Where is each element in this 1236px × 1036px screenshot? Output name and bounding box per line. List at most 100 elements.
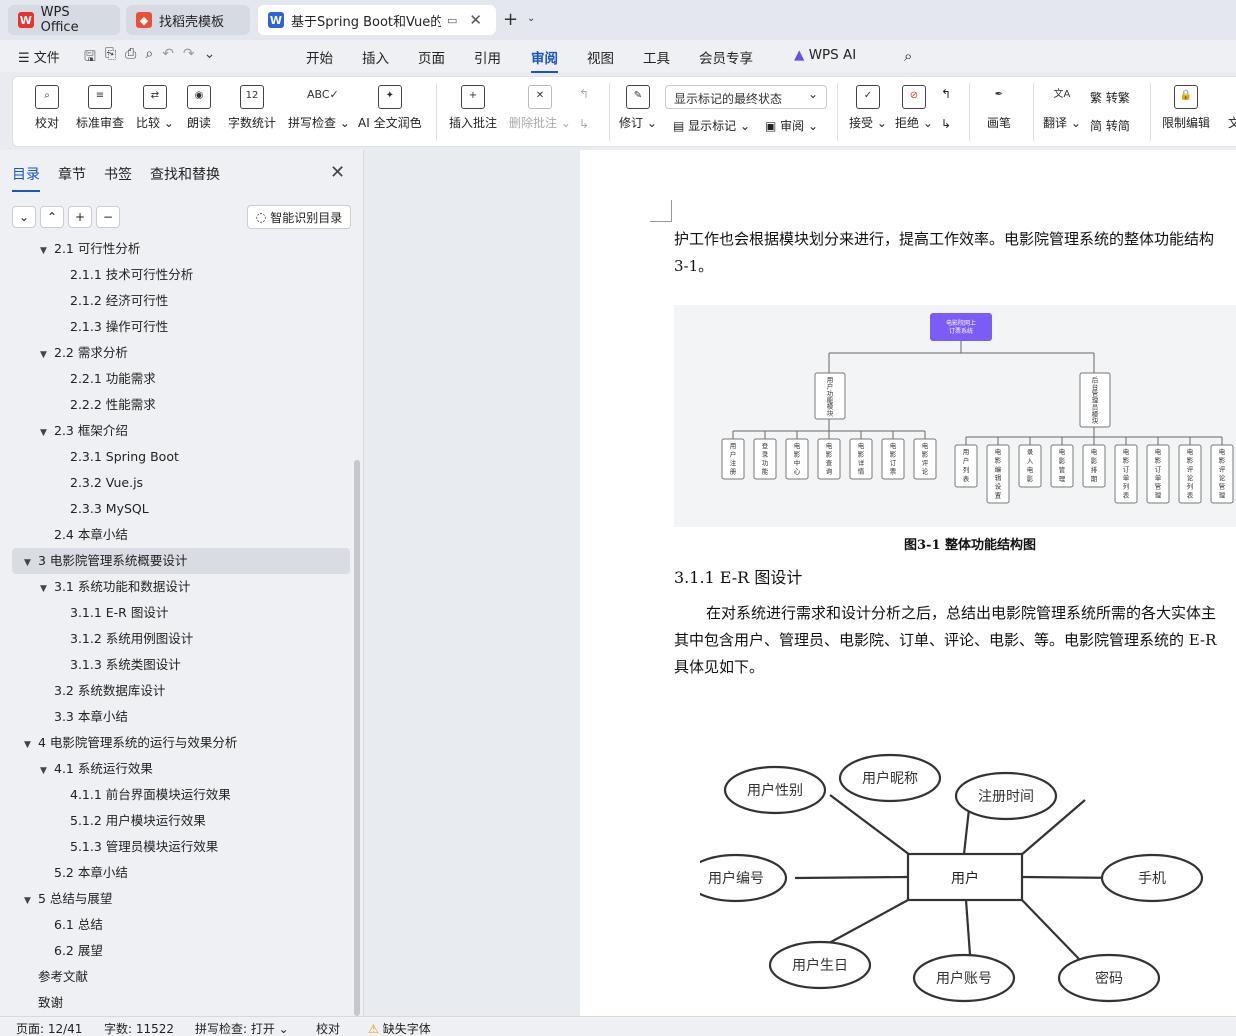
add-heading-plus-icon[interactable]: + bbox=[68, 206, 92, 228]
missing-font-indicator[interactable]: ⚠ 缺失字体 bbox=[368, 1020, 431, 1036]
word-count-button[interactable]: 12 字数统计 bbox=[228, 85, 276, 131]
toc-item[interactable]: 3.1.1 E-R 图设计 bbox=[70, 600, 168, 626]
nav-scrollbar[interactable] bbox=[354, 460, 360, 1016]
menu-start[interactable]: 开始 bbox=[306, 47, 333, 67]
menu-wps-ai[interactable]: ▲ WPS AI bbox=[794, 47, 856, 63]
toc-item[interactable]: ▼ 3 电影院管理系统概要设计 bbox=[12, 548, 350, 574]
menu-tools[interactable]: 工具 bbox=[643, 47, 670, 67]
to-traditional-button[interactable]: 繁 转繁 bbox=[1090, 89, 1130, 106]
toc-item[interactable]: 6.1 总结 bbox=[54, 912, 103, 938]
export-icon[interactable]: ⎘ bbox=[105, 46, 116, 70]
save-icon[interactable]: 🖫 bbox=[84, 46, 96, 70]
toc-item[interactable]: 2.2.2 性能需求 bbox=[70, 392, 156, 418]
compare-button[interactable]: ⇄ 比较 ⌄ bbox=[136, 85, 174, 131]
review-pane-button[interactable]: ▣ 审阅 ⌄ bbox=[765, 117, 818, 134]
menu-review[interactable]: 审阅 bbox=[531, 47, 558, 73]
previous-change-icon[interactable]: ↰ bbox=[941, 87, 951, 101]
toc-item[interactable]: ▼ 2.2 需求分析 bbox=[40, 340, 128, 366]
toc-item[interactable]: 3.2 系统数据库设计 bbox=[54, 678, 165, 704]
toc-item[interactable]: 2.3.3 MySQL bbox=[70, 496, 149, 522]
toc-item[interactable]: 3.1.2 系统用例图设计 bbox=[70, 626, 193, 652]
previous-comment-icon[interactable]: ↰ bbox=[579, 87, 589, 101]
tab-toc[interactable]: 目录 bbox=[12, 164, 40, 192]
spell-check-button[interactable]: ABC✓ 拼写检查 ⌄ bbox=[288, 85, 350, 131]
caret-down-icon[interactable]: ▼ bbox=[40, 758, 54, 784]
chevron-down-icon[interactable]: ⌄ bbox=[527, 13, 535, 24]
caret-down-icon[interactable]: ▼ bbox=[40, 240, 54, 264]
print-icon[interactable]: ⎙ bbox=[125, 46, 136, 70]
toc-item[interactable]: 2.3.2 Vue.js bbox=[70, 470, 143, 496]
document-more-button[interactable]: 文 bbox=[1222, 85, 1236, 131]
toc-item[interactable]: 5.1.2 用户模块运行效果 bbox=[70, 808, 206, 834]
toc-item[interactable]: ▼ 2.3 框架介绍 bbox=[40, 418, 128, 444]
tab-document[interactable]: W 基于Spring Boot和Vue的前后 ▭ ✕ bbox=[258, 5, 496, 35]
document-page[interactable]: 护工作也会根据模块划分来进行，提高工作效率。电影院管理系统的整体功能结构 3-1… bbox=[580, 150, 1236, 1016]
expand-chevron-down-icon[interactable]: ⌄ bbox=[12, 206, 36, 228]
toc-item[interactable]: ▼ 3.1 系统功能和数据设计 bbox=[40, 574, 190, 600]
menu-references[interactable]: 引用 bbox=[474, 47, 501, 67]
new-tab-plus-icon[interactable]: + bbox=[503, 9, 518, 30]
search-icon[interactable]: ⌕ bbox=[904, 47, 912, 65]
caret-down-icon[interactable]: ▼ bbox=[24, 888, 38, 914]
toc-item[interactable]: ▼ 2.1 可行性分析 bbox=[40, 240, 140, 262]
caret-down-icon[interactable]: ▼ bbox=[24, 550, 38, 576]
undo-icon[interactable]: ↶ bbox=[162, 46, 174, 70]
print-preview-icon[interactable]: ⌕ bbox=[145, 46, 153, 70]
er-diagram[interactable]: 用户 用户性别 用户昵称注册时间用户编号 手机用户生日用户账号 密码 bbox=[700, 750, 1236, 1010]
tab-bookmarks[interactable]: 书签 bbox=[104, 164, 132, 192]
toc-item[interactable]: ▼ 4 电影院管理系统的运行与效果分析 bbox=[24, 730, 237, 756]
standard-review-button[interactable]: ≡ 标准审查 bbox=[76, 85, 124, 131]
next-change-icon[interactable]: ↳ bbox=[941, 117, 951, 131]
revise-button[interactable]: ✎ 修订 ⌄ bbox=[619, 85, 657, 131]
toc-item[interactable]: 6.2 展望 bbox=[54, 938, 103, 964]
word-count-indicator[interactable]: 字数: 11522 bbox=[104, 1020, 174, 1036]
tab-wps-office[interactable]: W WPS Office bbox=[8, 5, 120, 35]
tab-find-replace[interactable]: 查找和替换 bbox=[150, 164, 220, 192]
next-comment-icon[interactable]: ↳ bbox=[579, 117, 589, 131]
tab-docer-templates[interactable]: ◆ 找稻壳模板 bbox=[126, 5, 250, 35]
caret-down-icon[interactable]: ▼ bbox=[40, 342, 54, 368]
toc-item[interactable]: ▼ 5 总结与展望 bbox=[24, 886, 112, 912]
remove-heading-minus-icon[interactable]: − bbox=[96, 206, 120, 228]
toc-item[interactable]: 2.1.1 技术可行性分析 bbox=[70, 262, 193, 288]
proofread-button[interactable]: ⌕ 校对 bbox=[35, 85, 59, 131]
tab-chapters[interactable]: 章节 bbox=[58, 164, 86, 192]
toc-item[interactable]: 2.2.1 功能需求 bbox=[70, 366, 156, 392]
restrict-edit-button[interactable]: 🔒 限制编辑 bbox=[1162, 85, 1210, 131]
collapse-chevron-up-icon[interactable]: ⌃ bbox=[40, 206, 64, 228]
toc-item[interactable]: 5.1.3 管理员模块运行效果 bbox=[70, 834, 218, 860]
toc-item[interactable]: 参考文献 bbox=[38, 964, 88, 990]
delete-comment-button[interactable]: ✕ 删除批注 ⌄ bbox=[509, 85, 571, 131]
menu-member[interactable]: 会员专享 bbox=[699, 47, 753, 67]
pen-button[interactable]: ✒ 画笔 bbox=[987, 85, 1011, 131]
toc-item[interactable]: ▼ 4.1 系统运行效果 bbox=[40, 756, 153, 782]
toc-item[interactable]: 3.3 本章小结 bbox=[54, 704, 128, 730]
toc-item[interactable]: 2.4 本章小结 bbox=[54, 522, 128, 548]
insert-comment-button[interactable]: + 插入批注 bbox=[449, 85, 497, 131]
toc-item[interactable]: 2.3.1 Spring Boot bbox=[70, 444, 179, 470]
function-structure-figure[interactable]: 电影院网上订票系统 用户功能模块 后台管理员模块 用户注册 登录功能 电影中心 电影查询电… bbox=[674, 305, 1236, 527]
toc-item[interactable]: 5.2 本章小结 bbox=[54, 860, 128, 886]
translate-button[interactable]: 文A 翻译 ⌄ bbox=[1043, 85, 1081, 131]
toc-item[interactable]: 2.1.2 经济可行性 bbox=[70, 288, 168, 314]
caret-down-icon[interactable]: ▼ bbox=[40, 420, 54, 446]
ai-polish-button[interactable]: ✦ AI 全文润色 bbox=[358, 85, 422, 131]
spell-check-indicator[interactable]: 拼写检查: 打开 ⌄ bbox=[195, 1020, 289, 1036]
toc-item[interactable]: 2.1.3 操作可行性 bbox=[70, 314, 168, 340]
read-aloud-button[interactable]: ◉ 朗读 bbox=[187, 85, 211, 131]
to-simplified-button[interactable]: 简 转简 bbox=[1090, 117, 1130, 134]
smart-toc-button[interactable]: ◌ 智能识别目录 bbox=[247, 205, 351, 229]
redo-icon[interactable]: ↷ bbox=[183, 46, 195, 70]
page-indicator[interactable]: 页面: 12/41 bbox=[16, 1020, 82, 1036]
reject-button[interactable]: ⊘ 拒绝 ⌄ bbox=[895, 85, 933, 131]
caret-down-icon[interactable]: ▼ bbox=[24, 732, 38, 758]
toc-item[interactable]: 4.1.1 前台界面模块运行效果 bbox=[70, 782, 231, 808]
caret-down-icon[interactable]: ▼ bbox=[40, 576, 54, 602]
menu-insert[interactable]: 插入 bbox=[362, 47, 389, 67]
toc-item[interactable]: 3.1.3 系统类图设计 bbox=[70, 652, 181, 678]
proof-indicator[interactable]: 校对 bbox=[316, 1020, 340, 1036]
more-chevron-icon[interactable]: ⌄ bbox=[204, 46, 216, 70]
toc-item[interactable]: 致谢 bbox=[38, 990, 63, 1016]
menu-view[interactable]: 视图 bbox=[587, 47, 614, 67]
menu-page[interactable]: 页面 bbox=[418, 47, 445, 67]
